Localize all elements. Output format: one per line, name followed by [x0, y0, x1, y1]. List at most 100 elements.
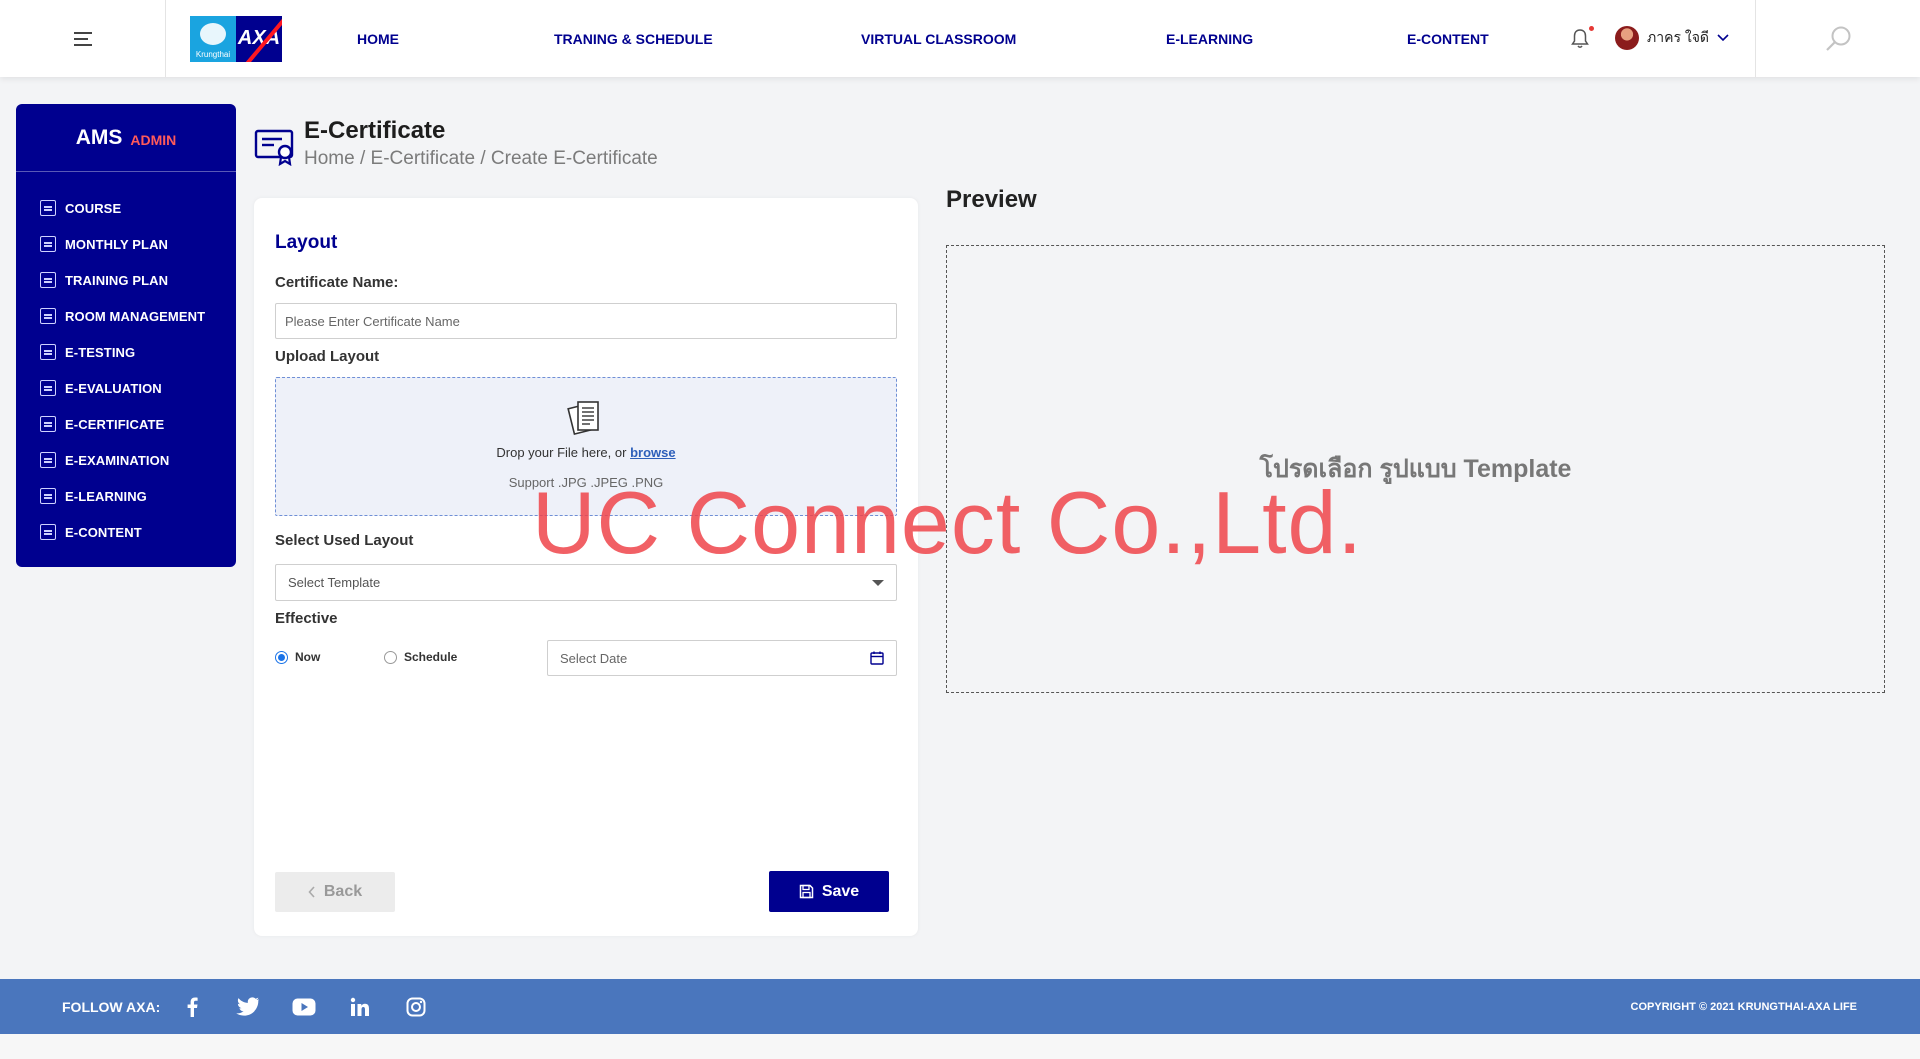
preview-placeholder-message: โปรดเลือก รูปแบบ Template — [1259, 455, 1572, 483]
layout-form-card: Layout Certificate Name: Upload Layout D… — [254, 198, 918, 936]
breadcrumb-current: Create E-Certificate — [490, 148, 658, 169]
page-title: E-Certificate — [304, 117, 446, 144]
radio-schedule[interactable]: Schedule — [384, 650, 457, 664]
sidebar-subtitle: ADMIN — [130, 131, 177, 148]
preview-title: Preview — [946, 186, 1037, 213]
breadcrumb-home[interactable]: Home — [304, 148, 355, 169]
sidebar-item-course[interactable]: COURSE — [16, 190, 236, 226]
social-links — [180, 995, 428, 1019]
plan-icon — [40, 272, 56, 288]
sidebar-item-label: E-TESTING — [65, 344, 136, 360]
certificate-icon — [254, 129, 294, 166]
preview-area: โปรดเลือก รูปแบบ Template — [946, 245, 1885, 693]
upload-dropzone[interactable]: Drop your File here, or browse Support .… — [275, 377, 897, 516]
facebook-icon[interactable] — [180, 995, 204, 1019]
sidebar-item-e-testing[interactable]: E-TESTING — [16, 334, 236, 370]
calendar-icon — [40, 236, 56, 252]
template-select[interactable]: Select Template — [275, 564, 897, 601]
chevron-left-icon — [308, 886, 315, 898]
sidebar-item-label: MONTHLY PLAN — [65, 236, 169, 252]
breadcrumb-separator: / — [480, 148, 491, 169]
back-button[interactable]: Back — [275, 872, 395, 912]
hamburger-icon — [73, 31, 92, 46]
book-icon — [40, 200, 56, 216]
sidebar-item-label: E-EVALUATION — [65, 380, 162, 396]
twitter-icon[interactable] — [236, 995, 260, 1019]
sidebar-item-e-evaluation[interactable]: E-EVALUATION — [16, 370, 236, 406]
hamburger-menu-button[interactable] — [0, 0, 166, 77]
sidebar-list: COURSE MONTHLY PLAN TRAINING PLAN ROOM M… — [16, 172, 236, 550]
date-placeholder: Select Date — [560, 650, 628, 666]
breadcrumb-e-certificate[interactable]: E-Certificate — [371, 148, 476, 169]
sidebar-item-label: E-LEARNING — [65, 488, 147, 504]
drop-text: Drop your File here, or browse — [276, 445, 896, 460]
room-icon — [40, 308, 56, 324]
sidebar-item-label: E-EXAMINATION — [65, 452, 170, 468]
sidebar-item-e-content[interactable]: E-CONTENT — [16, 514, 236, 550]
brand-logo[interactable]: Krungthai AXA — [190, 15, 282, 62]
drop-instruction: Drop your File here, or — [496, 445, 627, 460]
upload-layout-label: Upload Layout — [275, 348, 380, 365]
supported-formats: Support .JPG .JPEG .PNG — [508, 475, 664, 490]
nav-training-schedule[interactable]: TRANING & SCHEDULE — [554, 31, 713, 47]
date-picker-input[interactable]: Select Date — [547, 640, 897, 676]
sidebar-title-text: AMS — [75, 125, 123, 149]
calendar-icon — [870, 651, 884, 665]
footer: FOLLOW AXA: COPYRIGHT © 2021 KRUNGTHAI-A… — [0, 979, 1920, 1034]
instagram-icon[interactable] — [404, 995, 428, 1019]
sidebar-item-label: COURSE — [65, 200, 122, 216]
effective-label: Effective — [275, 610, 338, 627]
back-label: Back — [323, 883, 363, 900]
sidebar-item-room-management[interactable]: ROOM MANAGEMENT — [16, 298, 236, 334]
browse-link[interactable]: browse — [630, 445, 676, 460]
nav-virtual-classroom[interactable]: VIRTUAL CLASSROOM — [861, 31, 1016, 47]
sidebar-item-label: E-CERTIFICATE — [65, 416, 165, 432]
avatar — [1615, 26, 1639, 50]
linkedin-icon[interactable] — [348, 995, 372, 1019]
bell-icon — [1571, 29, 1589, 48]
select-layout-label: Select Used Layout — [275, 532, 414, 549]
nav-home[interactable]: HOME — [357, 31, 399, 47]
sidebar-item-monthly-plan[interactable]: MONTHLY PLAN — [16, 226, 236, 262]
certificate-name-label: Certificate Name: — [275, 274, 399, 291]
content-icon — [40, 524, 56, 540]
sidebar-item-label: E-CONTENT — [65, 524, 142, 540]
sidebar-item-label: TRAINING PLAN — [65, 272, 169, 288]
krungthai-logo: Krungthai — [190, 15, 236, 62]
admin-sidebar: AMS ADMIN COURSE MONTHLY PLAN TRAINING P… — [16, 104, 236, 567]
radio-button — [384, 650, 397, 664]
radio-button — [275, 650, 288, 664]
page-header: E-Certificate Home / E-Certificate / Cre… — [254, 114, 658, 170]
radio-schedule-label: Schedule — [404, 650, 458, 664]
nav-e-learning[interactable]: E-LEARNING — [1166, 31, 1253, 47]
follow-label: FOLLOW AXA: — [62, 998, 161, 1015]
top-header: Krungthai AXA HOME TRANING & SCHEDULE VI… — [0, 0, 1920, 77]
sidebar-item-label: ROOM MANAGEMENT — [65, 308, 206, 324]
evaluation-icon — [40, 380, 56, 396]
template-select-value: Select Template — [288, 575, 381, 590]
monitor-icon — [40, 488, 56, 504]
sidebar-item-e-learning[interactable]: E-LEARNING — [16, 478, 236, 514]
search-button[interactable] — [1755, 0, 1920, 77]
user-name: ภาคร ใจดี — [1647, 29, 1709, 45]
sidebar-item-e-certificate[interactable]: E-CERTIFICATE — [16, 406, 236, 442]
nav-e-content[interactable]: E-CONTENT — [1407, 31, 1489, 47]
chevron-down-icon — [1717, 34, 1729, 42]
documents-icon — [567, 401, 599, 436]
radio-now[interactable]: Now — [275, 650, 320, 664]
youtube-icon[interactable] — [292, 995, 316, 1019]
certificate-name-input[interactable] — [275, 303, 897, 339]
floppy-disk-icon — [799, 884, 814, 899]
axa-logo: AXA — [236, 15, 282, 62]
sidebar-item-training-plan[interactable]: TRAINING PLAN — [16, 262, 236, 298]
bottom-strip — [0, 1034, 1920, 1059]
breadcrumb: Home / E-Certificate / Create E-Certific… — [304, 148, 658, 170]
notification-button[interactable] — [1570, 26, 1594, 50]
save-button[interactable]: Save — [769, 871, 889, 912]
certificate-icon — [40, 416, 56, 432]
examination-icon — [40, 452, 56, 468]
user-menu[interactable]: ภาคร ใจดี — [1615, 26, 1729, 50]
sidebar-item-e-examination[interactable]: E-EXAMINATION — [16, 442, 236, 478]
section-title: Layout — [275, 232, 338, 253]
test-icon — [40, 344, 56, 360]
